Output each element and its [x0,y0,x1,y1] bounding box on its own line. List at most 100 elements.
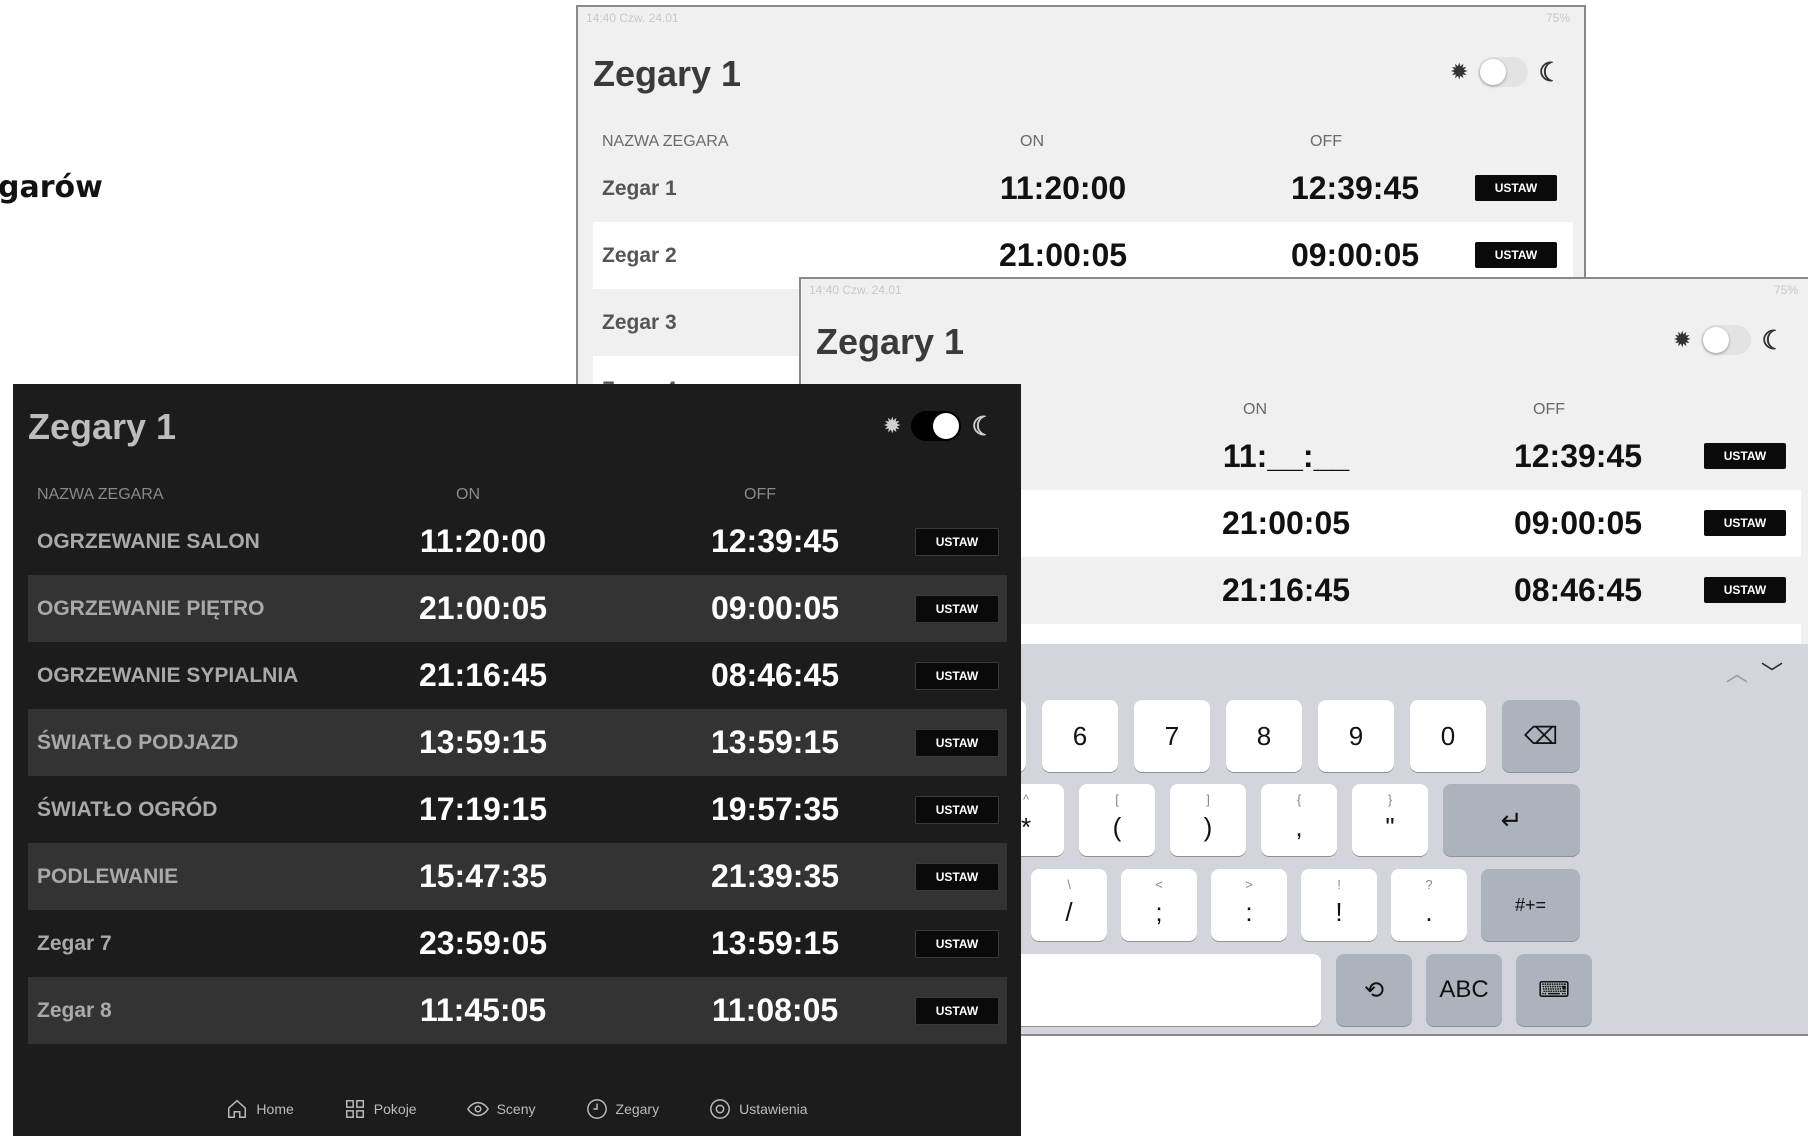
nav-scenes[interactable]: Sceny [466,1098,536,1120]
off-time[interactable]: 13:59:15 [625,709,925,776]
on-time[interactable]: 15:47:35 [333,843,633,910]
key-8[interactable]: 8 [1226,700,1302,772]
nav-clocks[interactable]: Zegary [586,1098,659,1120]
clock-name: OGRZEWANIE SALON [37,529,260,553]
moon-icon: ☾ [1761,325,1785,355]
key-slash[interactable]: \ / [1031,869,1107,941]
undo-key[interactable]: ⟲ [1336,954,1412,1026]
key-7[interactable]: 7 [1134,700,1210,772]
header-off: OFF [744,486,776,503]
sun-icon: ✹ [1673,327,1692,352]
set-button[interactable]: USTAW [915,528,999,556]
table-row: OGRZEWANIE PIĘTRO 21:00:05 09:00:05 USTAW [28,575,1007,642]
key-semicolon[interactable]: <; [1121,869,1197,941]
clock-icon [586,1099,607,1119]
nav-rooms[interactable]: Pokoje [344,1098,417,1120]
theme-toggle[interactable] [1478,57,1529,87]
key-paren-close[interactable]: ]) [1170,784,1246,856]
eye-icon [466,1101,489,1117]
clock-name: Zegar 3 [602,310,677,334]
off-time: 12:39:45 [1513,438,1643,474]
key-comma[interactable]: {, [1261,784,1337,856]
return-icon: ↵ [1500,804,1523,835]
header-on: ON [1243,401,1267,418]
set-button[interactable]: USTAW [1704,577,1786,603]
header-off: OFF [1533,401,1565,418]
off-time[interactable]: 13:59:15 [625,910,925,977]
clock-name: PODLEWANIE [37,864,179,888]
header-on: ON [1020,133,1044,150]
key-9[interactable]: 9 [1318,700,1394,772]
on-time[interactable]: 21:00:05 [333,575,633,642]
header-name: NAZWA ZEGARA [37,486,164,503]
table-row: Zegar 7 23:59:05 13:59:15 USTAW [28,910,1007,977]
off-time[interactable]: 09:00:05 [625,575,925,642]
set-button[interactable]: USTAW [915,997,999,1025]
on-time[interactable]: 17:19:15 [333,776,633,843]
table-row: OGRZEWANIE SALON 11:20:00 12:39:45 USTAW [28,508,1007,575]
clock-name: ŚWIATŁO OGRÓD [37,797,218,821]
theme-toggle[interactable] [911,411,962,441]
clock-name: OGRZEWANIE PIĘTRO [37,596,265,620]
backspace-key[interactable]: ⌫ [1502,700,1580,772]
set-button[interactable]: USTAW [1475,175,1557,201]
backspace-icon: ⌫ [1524,722,1558,750]
moon-icon: ☾ [1538,57,1562,87]
nav-home[interactable]: Home [226,1098,294,1120]
page-title: Zegary 1 [593,53,742,94]
on-time[interactable]: 21:16:45 [333,642,633,709]
on-time: 11:20:00 [999,170,1127,206]
status-bar-time: 14:40 Czw. 24.01 [586,11,679,25]
theme-switch: ✹ ☾ [1673,325,1785,355]
set-button[interactable]: USTAW [915,729,999,757]
key-colon[interactable]: >: [1211,869,1287,941]
more-symbols-key[interactable]: #+= [1481,869,1580,941]
bottom-nav: Home Pokoje Sceny Zegary Ustawienia [13,1082,1021,1136]
moon-icon: ☾ [971,411,995,441]
chevron-up-icon[interactable]: ︿ [1726,656,1748,688]
abc-key[interactable]: ABC [1426,954,1502,1026]
theme-switch: ✹ ☾ [883,411,995,441]
theme-toggle[interactable] [1701,325,1752,355]
return-key[interactable]: ↵ [1443,784,1580,856]
key-0[interactable]: 0 [1410,700,1486,772]
set-button[interactable]: USTAW [915,863,999,891]
on-time[interactable]: 13:59:15 [333,709,633,776]
set-button[interactable]: USTAW [1704,443,1786,469]
on-time[interactable]: 11:45:05 [333,977,633,1044]
set-button[interactable]: USTAW [915,662,999,690]
set-button[interactable]: USTAW [915,796,999,824]
clock-name: OGRZEWANIE SYPIALNIA [37,663,299,687]
status-bar-battery: 75% [1773,283,1798,297]
on-time[interactable]: 23:59:05 [333,910,633,977]
theme-switch: ✹ ☾ [1450,57,1562,87]
off-time[interactable]: 12:39:45 [625,508,925,575]
set-button[interactable]: USTAW [915,930,999,958]
off-time[interactable]: 21:39:35 [625,843,925,910]
off-time[interactable]: 08:46:45 [625,642,925,709]
header-name: NAZWA ZEGARA [602,133,729,150]
hide-keyboard-key[interactable]: ⌨ [1516,954,1592,1026]
key-exclaim[interactable]: !! [1301,869,1377,941]
on-time[interactable]: 11:20:00 [333,508,633,575]
off-time[interactable]: 11:08:05 [625,977,925,1044]
set-button[interactable]: USTAW [915,595,999,623]
clock-name: Zegar 7 [37,931,112,955]
page-title: Zegary 1 [28,406,177,447]
clock-name: Zegar 8 [37,998,112,1022]
nav-settings[interactable]: Ustawienia [709,1098,808,1120]
clock-name: ŚWIATŁO PODJAZD [37,730,239,754]
clock-name: Zegar 1 [602,176,677,200]
set-button[interactable]: USTAW [1475,242,1557,268]
key-quote[interactable]: } " [1352,784,1428,856]
off-time[interactable]: 19:57:35 [625,776,925,843]
status-bar-time: 14:40 Czw. 24.01 [809,283,902,297]
key-paren-open[interactable]: [( [1079,784,1155,856]
set-button[interactable]: USTAW [1704,510,1786,536]
on-time-input[interactable]: 11:__:__ [1136,423,1436,490]
chevron-down-icon[interactable]: ﹀ [1761,656,1783,688]
header-on: ON [456,486,480,503]
key-question[interactable]: ?. [1391,869,1467,941]
key-6[interactable]: 6 [1042,700,1118,772]
on-time: 21:16:45 [1221,572,1351,608]
